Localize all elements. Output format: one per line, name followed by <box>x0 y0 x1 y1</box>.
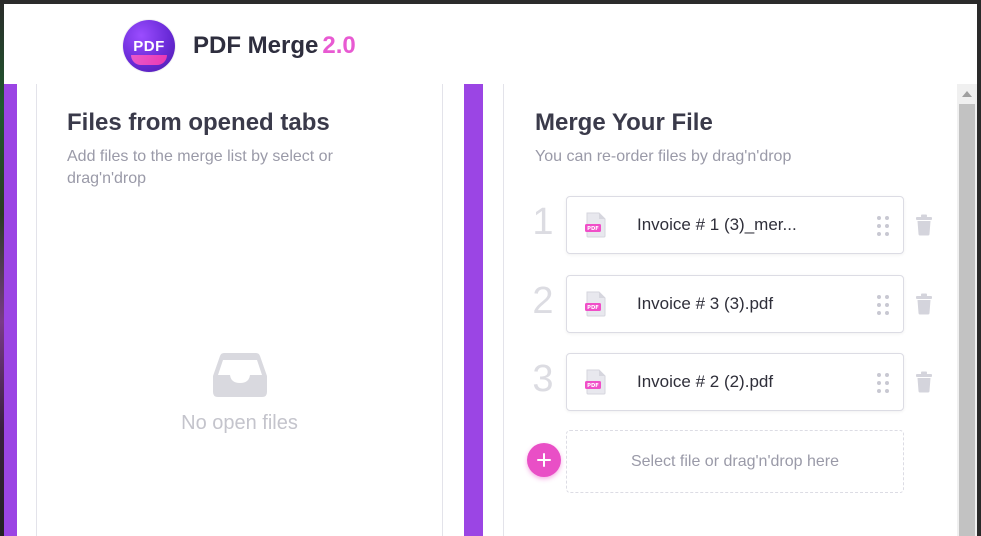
opened-tabs-subtitle: Add files to the merge list by select or… <box>67 148 333 187</box>
merge-subtitle: You can re-order files by drag'n'drop <box>535 148 792 165</box>
merge-file-row: 1 PDF Invoice # 1 (3)_mer... <box>504 196 958 254</box>
drop-zone-text: Select file or drag'n'drop here <box>630 452 839 470</box>
pdf-file-icon: PDF <box>585 212 606 238</box>
opened-tabs-panel: Files from opened tabs Add files to the … <box>36 84 443 536</box>
file-order-number: 1 <box>532 201 554 243</box>
file-drop-zone[interactable]: Select file or drag'n'drop here <box>566 430 904 493</box>
file-name: Invoice # 1 (3)_mer... <box>637 215 797 234</box>
app-title: PDF Merge 2.0 <box>193 32 356 60</box>
file-order-number: 3 <box>532 358 554 400</box>
app-title-text: PDF Merge <box>193 32 319 59</box>
window-frame-right <box>977 0 981 536</box>
svg-text:PDF: PDF <box>587 305 599 311</box>
vertical-scrollbar[interactable] <box>957 84 977 536</box>
app-logo-text: PDF <box>133 37 165 55</box>
plus-icon <box>537 453 551 467</box>
merge-file-card[interactable]: PDF Invoice # 2 (2).pdf <box>566 353 904 411</box>
scroll-thumb[interactable] <box>959 104 975 536</box>
drag-handle-icon[interactable] <box>877 373 889 393</box>
no-open-files-text: No open files <box>181 412 298 434</box>
app-version: 2.0 <box>322 32 356 59</box>
merge-title: Merge Your File <box>535 109 713 136</box>
merge-file-card[interactable]: PDF Invoice # 1 (3)_mer... <box>566 196 904 254</box>
middle-accent-bar <box>464 84 483 536</box>
app-logo: PDF <box>123 20 175 72</box>
merge-file-row: 2 PDF Invoice # 3 (3).pdf <box>504 275 958 333</box>
trash-icon[interactable] <box>914 293 934 315</box>
app-header: PDF PDF Merge 2.0 <box>4 4 977 84</box>
left-accent-bar <box>4 84 17 536</box>
svg-text:PDF: PDF <box>587 226 599 232</box>
svg-text:PDF: PDF <box>587 383 599 389</box>
merge-file-row: 3 PDF Invoice # 2 (2).pdf <box>504 353 958 411</box>
file-order-number: 2 <box>532 280 554 322</box>
merge-panel: Merge Your File You can re-order files b… <box>503 84 957 536</box>
drag-handle-icon[interactable] <box>877 295 889 315</box>
pdf-file-icon: PDF <box>585 291 606 317</box>
trash-icon[interactable] <box>914 371 934 393</box>
drag-handle-icon[interactable] <box>877 216 889 236</box>
pdf-file-icon: PDF <box>585 369 606 395</box>
file-name: Invoice # 3 (3).pdf <box>637 294 774 313</box>
merge-file-card[interactable]: PDF Invoice # 3 (3).pdf <box>566 275 904 333</box>
opened-tabs-title: Files from opened tabs <box>67 109 330 136</box>
file-name: Invoice # 2 (2).pdf <box>637 372 774 391</box>
scroll-up-arrow-icon[interactable] <box>957 84 977 104</box>
inbox-tray-icon <box>213 353 267 397</box>
trash-icon[interactable] <box>914 214 934 236</box>
add-file-button[interactable] <box>527 443 561 477</box>
